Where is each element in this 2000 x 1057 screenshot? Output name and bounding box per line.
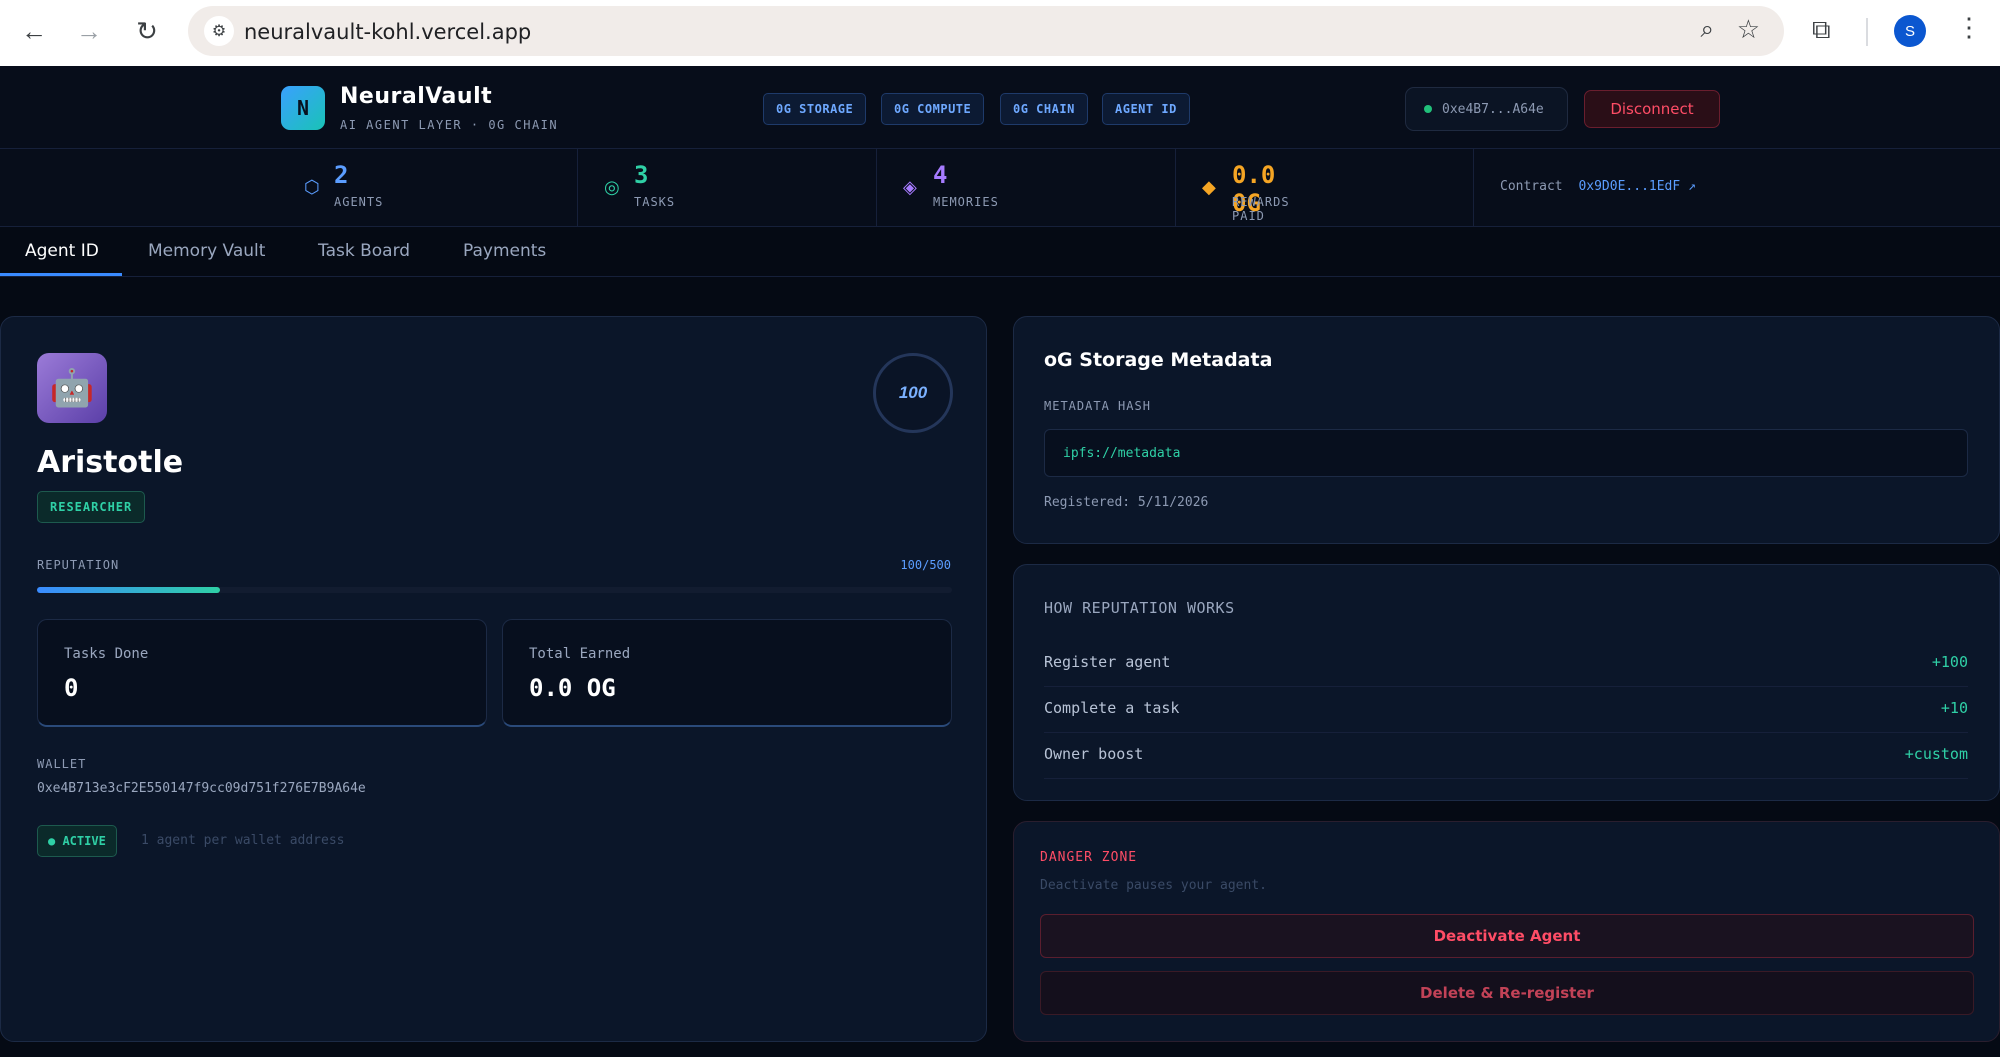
profile-avatar[interactable]: S — [1894, 15, 1926, 47]
wallet-short-address: 0xe4B7...A64e — [1442, 101, 1544, 117]
pill-0g-chain: 0G CHAIN — [1000, 93, 1088, 125]
extensions-icon[interactable]: ⧉ — [1812, 14, 1831, 46]
total-earned-value: 0.0 OG — [529, 674, 616, 702]
reputation-value: 100/500 — [900, 558, 951, 572]
contract-info: Contract 0x9D0E...1EdF ↗ — [1500, 179, 1696, 194]
hexagon-icon: ⬡ — [304, 177, 320, 197]
reputation-progress-fill — [37, 587, 220, 593]
logo: N — [281, 86, 325, 130]
browser-menu-icon[interactable]: ⋮ — [1956, 12, 1982, 43]
reputation-score-circle: 100 — [873, 353, 953, 433]
reputation-row: Owner boost +custom — [1044, 733, 1968, 779]
deactivate-agent-button[interactable]: Deactivate Agent — [1040, 914, 1974, 958]
active-tab-indicator — [0, 273, 122, 276]
reputation-info-title: HOW REPUTATION WORKS — [1044, 599, 1235, 617]
address-bar[interactable]: ⚙ neuralvault-kohl.vercel.app ⌕ ☆ — [188, 6, 1784, 56]
pill-0g-compute: 0G COMPUTE — [881, 93, 985, 125]
total-earned-label: Total Earned — [529, 646, 631, 662]
agent-card: 🤖 100 Aristotle RESEARCHER REPUTATION 10… — [0, 316, 987, 1042]
danger-zone-subtitle: Deactivate pauses your agent. — [1040, 878, 1267, 893]
agent-name: Aristotle — [37, 445, 184, 480]
brand-subtitle: AI AGENT LAYER · 0G CHAIN — [340, 118, 559, 132]
total-earned-card: Total Earned 0.0 OG — [502, 619, 952, 727]
stat-divider — [1175, 149, 1176, 226]
metadata-hash-field[interactable]: ipfs://metadata — [1044, 429, 1968, 477]
reputation-row-label: Register agent — [1044, 653, 1171, 671]
stat-tasks-value: 3 — [634, 161, 649, 189]
reputation-row-label: Complete a task — [1044, 699, 1180, 717]
contract-address-link[interactable]: 0x9D0E...1EdF ↗ — [1578, 179, 1695, 194]
target-icon: ◎ — [604, 177, 620, 197]
toolbar-divider — [1866, 18, 1868, 46]
tasks-done-card: Tasks Done 0 — [37, 619, 487, 727]
stat-divider — [577, 149, 578, 226]
stat-tasks-label: TASKS — [634, 195, 676, 209]
disconnect-button[interactable]: Disconnect — [1584, 90, 1720, 128]
reputation-row-value: +custom — [1904, 745, 1968, 763]
bookmark-star-icon[interactable]: ☆ — [1737, 14, 1760, 45]
active-status-badge: ● ACTIVE — [37, 825, 117, 857]
stat-agents-label: AGENTS — [334, 195, 384, 209]
tasks-done-label: Tasks Done — [64, 646, 149, 662]
connected-dot-icon — [1424, 105, 1432, 113]
storage-metadata-card: oG Storage Metadata METADATA HASH ipfs:/… — [1013, 316, 2000, 544]
tasks-done-value: 0 — [64, 674, 79, 702]
stat-memories-label: MEMORIES — [933, 195, 999, 209]
stats-bar: ⬡ 2 AGENTS ◎ 3 TASKS ◈ 4 MEMORIES ◆ 0.0 … — [0, 149, 2000, 227]
stat-rewards-label: REWARDS PAID — [1232, 195, 1290, 223]
reputation-info-card: HOW REPUTATION WORKS Register agent +100… — [1013, 564, 2000, 801]
stat-agents-value: 2 — [334, 161, 349, 189]
browser-toolbar: ← → ↻ ⚙ neuralvault-kohl.vercel.app ⌕ ☆ … — [0, 0, 2000, 66]
danger-zone-card: DANGER ZONE Deactivate pauses your agent… — [1013, 821, 2000, 1042]
reload-icon[interactable]: ↻ — [130, 14, 164, 48]
tab-agent-id[interactable]: Agent ID — [25, 241, 99, 261]
wallet-indicator: 0xe4B7...A64e — [1405, 87, 1568, 131]
site-settings-icon[interactable]: ⚙ — [204, 16, 234, 46]
coin-diamond-icon: ◆ — [1202, 177, 1216, 197]
delete-reregister-button[interactable]: Delete & Re-register — [1040, 971, 1974, 1015]
reputation-row-label: Owner boost — [1044, 745, 1144, 763]
reputation-label: REPUTATION — [37, 558, 120, 572]
forward-arrow-icon[interactable]: → — [72, 14, 106, 48]
zoom-icon[interactable]: ⌕ — [1701, 16, 1714, 44]
stat-divider — [876, 149, 877, 226]
registered-date: Registered: 5/11/2026 — [1044, 495, 1209, 510]
wallet-label: WALLET — [37, 757, 87, 771]
diamond-icon: ◈ — [903, 177, 917, 197]
role-badge: RESEARCHER — [37, 491, 146, 523]
danger-zone-title: DANGER ZONE — [1040, 850, 1138, 865]
url-text[interactable]: neuralvault-kohl.vercel.app — [244, 20, 531, 44]
metadata-hash-label: METADATA HASH — [1044, 399, 1151, 413]
tab-payments[interactable]: Payments — [463, 241, 546, 261]
tab-task-board[interactable]: Task Board — [318, 241, 410, 261]
stat-memories-value: 4 — [933, 161, 948, 189]
reputation-row: Complete a task +10 — [1044, 687, 1968, 733]
stat-divider — [1473, 149, 1474, 226]
app-header: N NeuralVault AI AGENT LAYER · 0G CHAIN … — [0, 66, 2000, 149]
reputation-row-value: +10 — [1940, 699, 1968, 717]
reputation-row-value: +100 — [1931, 653, 1968, 671]
reputation-row: Register agent +100 — [1044, 641, 1968, 687]
tab-memory-vault[interactable]: Memory Vault — [148, 241, 265, 261]
back-arrow-icon[interactable]: ← — [17, 14, 51, 48]
tab-bar: Agent ID Memory Vault Task Board Payment… — [0, 228, 2000, 277]
pill-0g-storage: 0G STORAGE — [763, 93, 867, 125]
wallet-address: 0xe4B713e3cF2E550147f9cc09d751f276E7B9A6… — [37, 781, 366, 796]
pill-agent-id: AGENT ID — [1102, 93, 1190, 125]
contract-label: Contract — [1500, 179, 1563, 194]
metadata-title: oG Storage Metadata — [1044, 349, 1273, 371]
brand-name: NeuralVault — [340, 84, 493, 109]
reputation-progress-bar — [37, 587, 952, 593]
robot-avatar-icon: 🤖 — [37, 353, 107, 423]
active-note: 1 agent per wallet address — [141, 833, 345, 848]
